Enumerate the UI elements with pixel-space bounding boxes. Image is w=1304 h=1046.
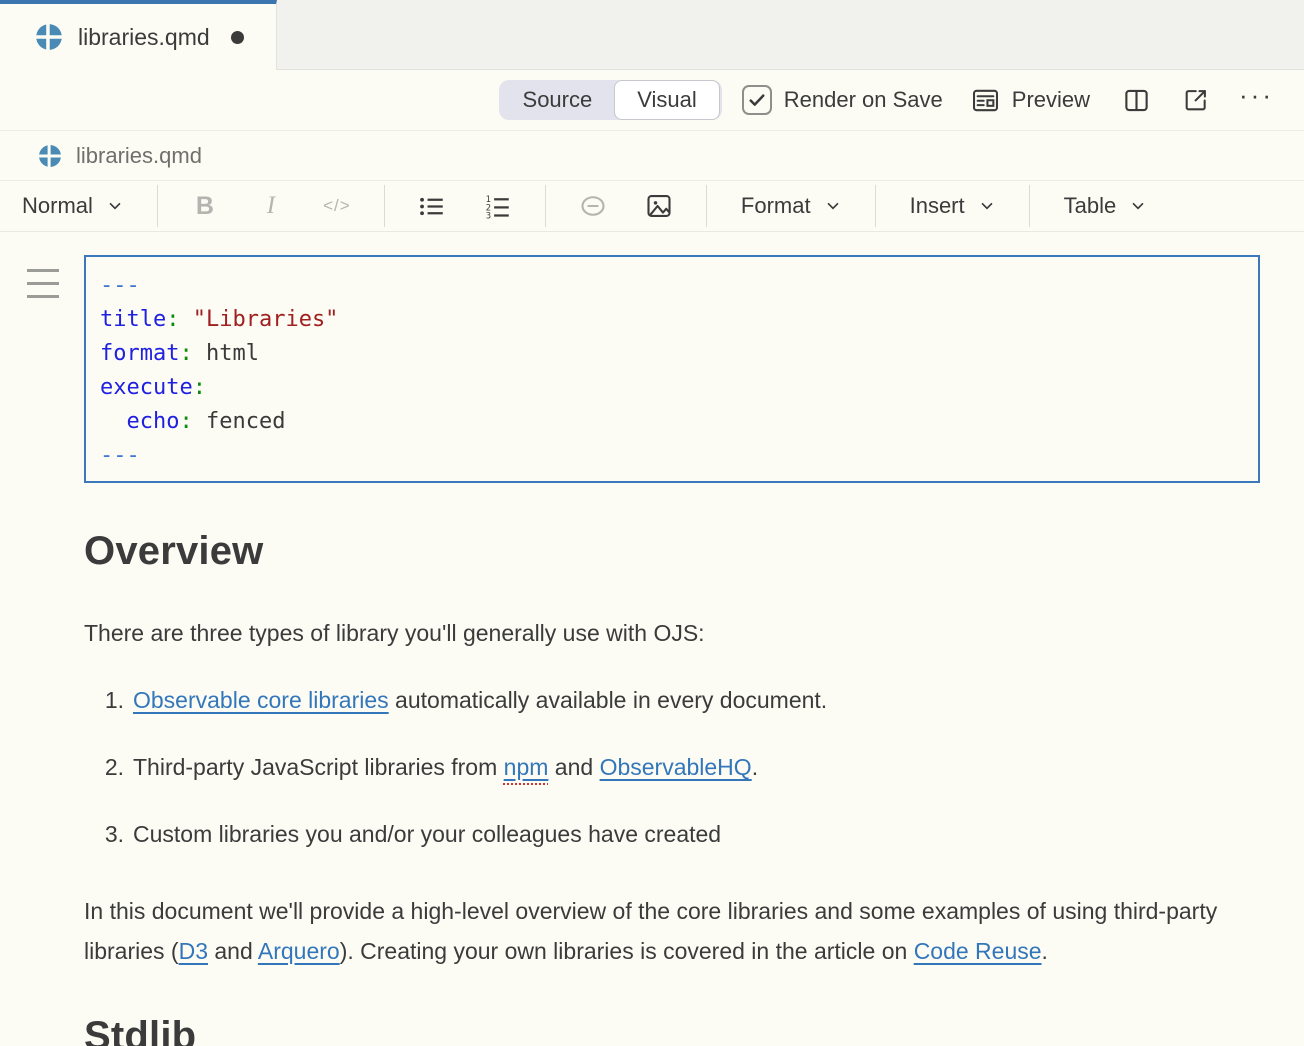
render-on-save-label: Render on Save bbox=[784, 87, 943, 113]
paragraph-style-dropdown[interactable]: Normal bbox=[22, 193, 143, 219]
insert-dropdown-label: Insert bbox=[910, 193, 965, 219]
code-line: title: "Libraries" bbox=[100, 303, 1258, 337]
numbered-list-icon: 1 2 3 bbox=[484, 193, 511, 220]
split-editor-button[interactable] bbox=[1123, 87, 1150, 114]
format-dropdown[interactable]: Format bbox=[721, 193, 861, 219]
toolbar-separator bbox=[875, 185, 876, 227]
numbered-list: 1. Observable core libraries automatical… bbox=[84, 686, 1260, 848]
modified-dot bbox=[231, 31, 244, 44]
format-dropdown-label: Format bbox=[741, 193, 811, 219]
chevron-down-icon bbox=[825, 198, 841, 214]
code-icon: </> bbox=[323, 196, 351, 216]
checkbox-check-icon bbox=[747, 90, 767, 110]
table-dropdown-label: Table bbox=[1064, 193, 1117, 219]
link-button[interactable] bbox=[560, 192, 626, 220]
bullet-list-button[interactable] bbox=[399, 193, 465, 220]
doc-link[interactable]: Observable core libraries bbox=[133, 687, 389, 713]
table-dropdown[interactable]: Table bbox=[1044, 193, 1167, 219]
breadcrumb-filename[interactable]: libraries.qmd bbox=[76, 143, 202, 169]
quarto-logo-icon bbox=[35, 23, 63, 51]
intro-paragraph: There are three types of library you'll … bbox=[84, 619, 1229, 647]
more-actions-button[interactable]: ··· bbox=[1239, 89, 1274, 112]
doc-link[interactable]: D3 bbox=[179, 938, 208, 964]
drag-handle-icon[interactable] bbox=[27, 269, 59, 308]
code-line: format: html bbox=[100, 337, 1258, 371]
mode-source-button[interactable]: Source bbox=[501, 80, 615, 120]
list-item: 1. Observable core libraries automatical… bbox=[84, 686, 1260, 714]
code-line: --- bbox=[100, 439, 1258, 473]
bold-icon: B bbox=[196, 192, 214, 221]
italic-icon: I bbox=[267, 192, 275, 220]
yaml-front-matter-block[interactable]: ---title: "Libraries"format: htmlexecute… bbox=[84, 255, 1260, 483]
toolbar-separator bbox=[706, 185, 707, 227]
render-on-save-checkbox[interactable] bbox=[742, 85, 772, 115]
misspelled-word: npm bbox=[504, 754, 549, 780]
tab-label: libraries.qmd bbox=[78, 24, 210, 51]
list-item-number: 2. bbox=[84, 753, 133, 781]
closing-paragraph: In this document we'll provide a high-le… bbox=[84, 891, 1229, 971]
list-item: 2. Third-party JavaScript libraries from… bbox=[84, 753, 1260, 781]
chevron-down-icon bbox=[1130, 198, 1146, 214]
render-on-save-toggle[interactable]: Render on Save bbox=[742, 85, 943, 115]
toolbar-separator bbox=[545, 185, 546, 227]
heading-stdlib: Stdlib bbox=[84, 1014, 1260, 1046]
yaml-front-matter-row: ---title: "Libraries"format: htmlexecute… bbox=[84, 255, 1260, 483]
preview-button[interactable]: Preview bbox=[971, 86, 1090, 115]
mode-toggle: Source Visual bbox=[499, 80, 722, 120]
svg-text:3: 3 bbox=[486, 210, 491, 220]
list-item-number: 3. bbox=[84, 820, 133, 848]
preview-icon bbox=[971, 86, 1000, 115]
split-editor-icon bbox=[1123, 87, 1150, 114]
preview-label: Preview bbox=[1012, 87, 1090, 113]
list-item-text: Observable core libraries automatically … bbox=[133, 686, 827, 714]
toolbar-separator bbox=[157, 185, 158, 227]
bullet-list-icon bbox=[418, 193, 445, 220]
doc-link[interactable]: ObservableHQ bbox=[600, 754, 752, 780]
doc-link[interactable]: Arquero bbox=[258, 938, 340, 964]
list-item: 3. Custom libraries you and/or your coll… bbox=[84, 820, 1260, 848]
heading-overview: Overview bbox=[84, 529, 1260, 574]
format-toolbar: Normal B I </> 1 2 3 bbox=[0, 181, 1304, 232]
quarto-logo-icon bbox=[38, 144, 62, 168]
chevron-down-icon bbox=[107, 198, 123, 214]
code-line: --- bbox=[100, 269, 1258, 303]
insert-dropdown[interactable]: Insert bbox=[890, 193, 1015, 219]
bold-button[interactable]: B bbox=[172, 192, 238, 221]
image-button[interactable] bbox=[626, 192, 692, 220]
editor-content[interactable]: ---title: "Libraries"format: htmlexecute… bbox=[0, 232, 1304, 1046]
list-item-number: 1. bbox=[84, 686, 133, 714]
inline-code-button[interactable]: </> bbox=[304, 196, 370, 216]
code-line: echo: fenced bbox=[100, 405, 1258, 439]
toolbar-separator bbox=[384, 185, 385, 227]
list-item-text: Custom libraries you and/or your colleag… bbox=[133, 820, 721, 848]
tab-bar: libraries.qmd bbox=[0, 0, 1304, 70]
numbered-list-button[interactable]: 1 2 3 bbox=[465, 193, 531, 220]
italic-button[interactable]: I bbox=[238, 192, 304, 220]
editor-toolbar: Source Visual Render on Save Preview bbox=[0, 70, 1304, 131]
list-item-text: Third-party JavaScript libraries from np… bbox=[133, 753, 758, 781]
tab-libraries-qmd[interactable]: libraries.qmd bbox=[0, 0, 277, 70]
doc-link[interactable]: npm bbox=[504, 754, 549, 780]
mode-visual-button[interactable]: Visual bbox=[614, 80, 720, 120]
code-line: execute: bbox=[100, 371, 1258, 405]
open-external-icon bbox=[1183, 87, 1209, 113]
toolbar-separator bbox=[1029, 185, 1030, 227]
image-icon bbox=[645, 192, 673, 220]
link-icon bbox=[579, 192, 607, 220]
breadcrumb: libraries.qmd bbox=[0, 131, 1304, 181]
paragraph-style-value: Normal bbox=[22, 193, 93, 219]
doc-link[interactable]: Code Reuse bbox=[914, 938, 1042, 964]
open-external-button[interactable] bbox=[1183, 87, 1209, 113]
chevron-down-icon bbox=[979, 198, 995, 214]
